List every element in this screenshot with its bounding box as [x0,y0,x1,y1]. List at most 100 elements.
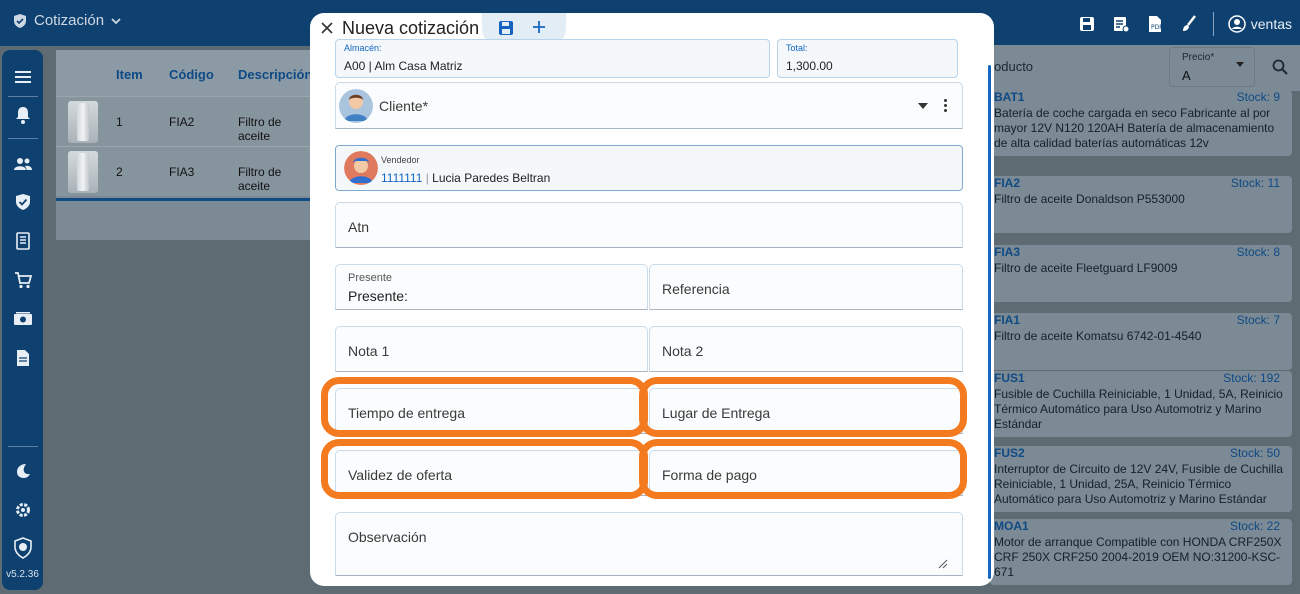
dialog-title: Nueva cotización [342,18,480,38]
product-card[interactable]: FUS1 Stock: 192 Fusible de Cuchilla Rein… [990,371,1292,437]
payment-method-field[interactable]: Forma de pago [649,450,963,496]
note-1-field[interactable]: Nota 1 [335,326,648,372]
plus-icon[interactable] [532,20,546,34]
sidebar-divider [8,96,38,97]
product-card[interactable]: FIA1 Stock: 7 Filtro de aceite Komatsu 6… [990,313,1292,370]
users-icon[interactable] [12,153,34,175]
sidebar: v5.2.36 [2,50,43,590]
seller-avatar [344,151,378,185]
product-thumbnail [68,101,98,143]
row-item: 1 [116,115,123,129]
warehouse-field[interactable]: Almacén: A00 | Alm Casa Matriz [335,39,770,78]
product-code: MOA1 [994,519,1029,533]
delivery-time-field[interactable]: Tiempo de entrega [335,388,648,434]
product-stock: Stock: 22 [1229,519,1280,533]
product-description: Batería de coche cargada en seco Fabrica… [994,106,1275,150]
note-1-label: Nota 1 [348,343,390,359]
more-options-icon[interactable] [944,99,948,114]
product-code: FUS1 [994,371,1025,385]
cart-icon[interactable] [12,269,34,291]
product-card[interactable]: BAT1 Stock: 9 Batería de coche cargada e… [990,90,1292,156]
total-value: 1,300.00 [786,59,833,73]
items-table: Item Código Descripción 1 FIA2 Filtro de… [56,50,312,240]
product-card[interactable]: FIA3 Stock: 8 Filtro de aceite Fleetguar… [990,245,1292,302]
price-select-label: Precio* [1182,52,1215,63]
close-icon[interactable] [320,21,334,35]
product-stock: Stock: 9 [1236,90,1280,104]
reference-field[interactable]: Referencia [649,264,963,310]
user-menu[interactable]: ventas [1228,15,1292,33]
product-code: FUS2 [994,446,1025,460]
product-code: FIA2 [994,176,1021,190]
row-code: FIA2 [169,115,195,129]
atn-field[interactable]: Atn [335,202,963,248]
total-field[interactable]: Total: 1,300.00 [777,39,958,78]
price-select-value: A [1182,68,1191,83]
product-search: oducto Precio* A [990,45,1300,91]
atn-label: Atn [348,219,370,235]
price-select[interactable]: Precio* A [1169,47,1255,87]
module-selector[interactable]: Cotización [12,12,122,29]
column-header-item[interactable]: Item [116,67,143,82]
offer-validity-field[interactable]: Validez de oferta [335,450,648,496]
offer-validity-label: Validez de oferta [348,467,453,483]
cash-icon[interactable] [12,308,34,330]
product-card[interactable]: MOA1 Stock: 22 Motor de arranque Compati… [990,519,1292,585]
menu-icon[interactable] [12,66,34,88]
observation-textarea[interactable]: Observación [335,512,963,576]
presente-value: Presente: [348,288,408,304]
product-stock: Stock: 11 [1230,176,1280,190]
warehouse-label: Almacén: [344,43,382,53]
sidebar-divider [8,138,38,139]
table-header: Item Código Descripción [56,50,312,96]
pdf-document-icon[interactable]: PDF [1145,14,1165,34]
chevron-down-icon [111,17,121,24]
gear-icon[interactable] [12,499,34,521]
save-icon[interactable] [1077,14,1097,34]
table-row[interactable]: 1 FIA2 Filtro de aceite [56,96,310,146]
logo-icon [12,537,34,559]
bell-icon[interactable] [12,104,34,126]
seller-value: 1111111 | Lucia Paredes Beltran [381,171,551,185]
resize-handle-icon[interactable] [938,559,948,569]
table-row[interactable]: 2 FIA3 Filtro de aceite [56,146,310,196]
column-header-code[interactable]: Código [169,67,214,82]
moon-icon[interactable] [12,460,34,482]
reference-label: Referencia [662,281,730,297]
column-header-description[interactable]: Descripción [238,67,312,82]
new-quote-dialog: Nueva cotización Almacén: A00 | Alm Casa… [310,13,994,586]
product-card[interactable]: FIA2 Stock: 11 Filtro de aceite Donaldso… [990,176,1292,233]
presente-field[interactable]: Presente Presente: [335,264,648,310]
dropdown-arrow-icon [1236,62,1244,67]
brush-icon[interactable] [1179,14,1199,34]
document-icon[interactable] [12,347,34,369]
scrollbar[interactable] [988,65,991,579]
product-stock: Stock: 7 [1236,313,1280,327]
total-label: Total: [786,43,808,53]
row-description: Filtro de aceite [238,165,282,193]
book-icon[interactable] [12,230,34,252]
user-circle-icon [1228,15,1246,33]
product-card[interactable]: FUS2 Stock: 50 Interruptor de Circuito d… [990,446,1292,512]
product-code: FIA3 [994,245,1021,259]
row-item: 2 [116,165,123,179]
note-2-field[interactable]: Nota 2 [649,326,963,372]
warehouse-value: A00 | Alm Casa Matriz [344,59,463,73]
save-icon[interactable] [498,20,514,36]
shield-check-icon[interactable] [12,191,34,213]
list-document-icon[interactable] [1111,14,1131,34]
search-icon[interactable] [1272,59,1288,75]
user-name: ventas [1250,16,1292,32]
client-avatar [339,89,373,123]
table-footer-line [56,198,310,201]
product-search-input[interactable]: oducto [994,59,1033,74]
sidebar-divider [8,446,38,447]
client-select[interactable]: Cliente* [335,82,963,129]
svg-text:PDF: PDF [1151,24,1163,31]
product-description: Fusible de Cuchilla Reiniciable, 1 Unida… [994,387,1283,431]
product-description: Motor de arranque Compatible con HONDA C… [994,535,1282,579]
delivery-time-label: Tiempo de entrega [348,405,465,421]
payment-method-label: Forma de pago [662,467,757,483]
delivery-place-field[interactable]: Lugar de Entrega [649,388,963,434]
seller-field[interactable]: Vendedor 1111111 | Lucia Paredes Beltran [335,145,963,191]
